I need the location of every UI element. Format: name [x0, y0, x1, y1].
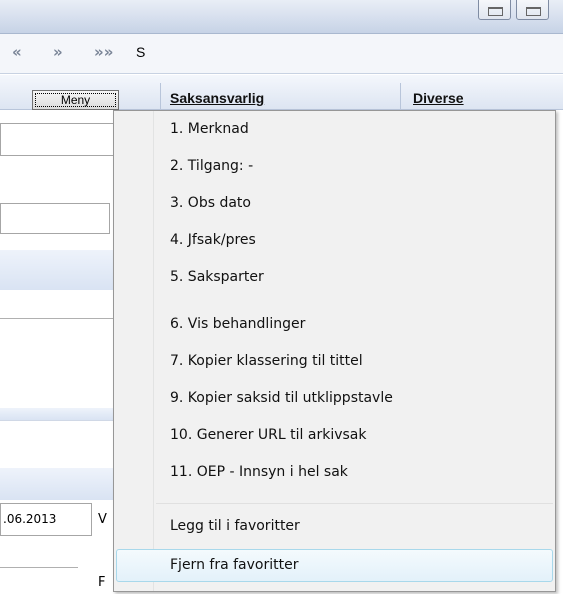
date-value: .06.2013 — [3, 512, 57, 526]
menu-item-kopier-saksid[interactable]: 9. Kopier saksid til utklippstavle — [116, 382, 553, 415]
menu-item-tilgang[interactable]: 2. Tilgang: - — [116, 150, 553, 183]
double-left-arrow-icon: « — [12, 43, 22, 61]
context-menu: 1. Merknad 2. Tilgang: - 3. Obs dato 4. … — [113, 110, 556, 592]
field-label-v: V — [98, 512, 107, 527]
toolbar-trailing-label: S — [136, 44, 146, 60]
text-field[interactable] — [0, 203, 110, 234]
date-field[interactable]: .06.2013 — [0, 503, 92, 536]
menu-item-vis-behandlinger[interactable]: 6. Vis behandlinger — [116, 308, 553, 341]
minimize-button[interactable] — [478, 0, 511, 20]
next-record-button[interactable]: » — [53, 43, 63, 63]
last-record-button[interactable]: »» — [94, 43, 113, 63]
text-field[interactable] — [0, 123, 115, 156]
menu-item-merknad[interactable]: 1. Merknad — [116, 113, 553, 146]
section-band — [0, 250, 120, 290]
menu-item-saksparter[interactable]: 5. Saksparter — [116, 261, 553, 294]
section-band — [0, 408, 120, 420]
menu-item-obs-dato[interactable]: 3. Obs dato — [116, 187, 553, 220]
column-divider — [400, 83, 401, 113]
field-label-f: F — [98, 575, 106, 590]
menu-item-oep-innsyn[interactable]: 11. OEP - Innsyn i hel sak — [116, 456, 553, 489]
divider — [0, 318, 120, 319]
column-header-diverse[interactable]: Diverse — [413, 90, 464, 106]
first-record-button[interactable]: « — [12, 43, 22, 63]
section-band — [0, 468, 120, 500]
menu-item-generer-url[interactable]: 10. Generer URL til arkivsak — [116, 419, 553, 452]
triple-right-arrow-icon: »» — [94, 43, 114, 61]
menu-separator — [156, 503, 553, 504]
divider — [0, 420, 120, 421]
column-header-saksansvarlig[interactable]: Saksansvarlig — [170, 90, 264, 106]
menu-item-kopier-klassering[interactable]: 7. Kopier klassering til tittel — [116, 345, 553, 378]
menu-item-remove-favorite[interactable]: Fjern fra favoritter — [116, 549, 553, 582]
meny-button[interactable]: Meny — [32, 90, 119, 110]
menu-item-add-favorite[interactable]: Legg til i favoritter — [116, 510, 553, 543]
divider — [0, 567, 78, 568]
menu-item-jfsak-pres[interactable]: 4. Jfsak/pres — [116, 224, 553, 257]
double-right-arrow-icon: » — [53, 43, 63, 61]
restore-button[interactable] — [516, 0, 549, 20]
column-divider — [160, 83, 161, 113]
toolbar — [0, 34, 563, 74]
